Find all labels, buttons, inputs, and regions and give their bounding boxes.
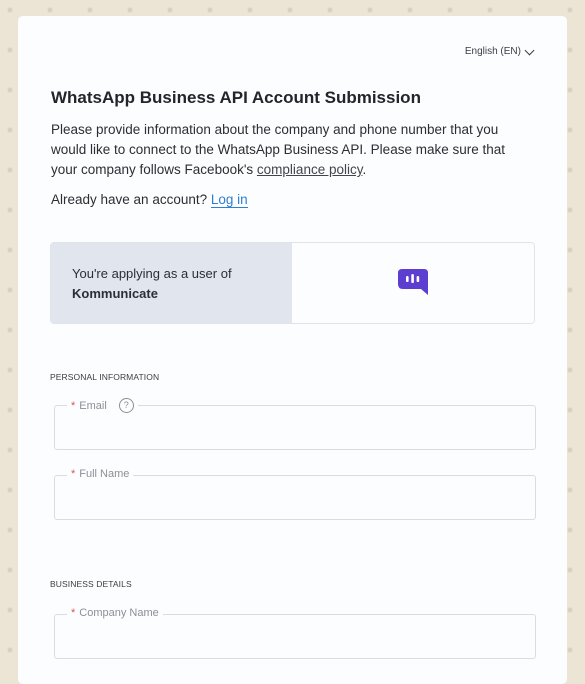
full-name-label: Full Name (79, 468, 130, 480)
description-end: . (362, 162, 367, 177)
partner-logo-area (292, 243, 534, 323)
help-icon[interactable]: ? (118, 398, 134, 413)
full-name-field[interactable]: * Full Name (54, 468, 536, 520)
business-details-heading: BUSINESS DETAILS (50, 579, 132, 589)
kommunicate-logo-icon (398, 269, 428, 295)
personal-information-heading: PERSONAL INFORMATION (50, 372, 160, 382)
compliance-policy-link[interactable]: compliance policy (257, 162, 363, 177)
applying-as-info: You're applying as a user of Kommunicate (51, 243, 292, 323)
chevron-down-icon (524, 45, 535, 55)
partner-name: Kommunicate (72, 286, 158, 301)
email-field[interactable]: * Email ? (54, 398, 536, 450)
company-name-field-label: * Company Name (67, 607, 163, 619)
page-description: Please provide information about the com… (51, 120, 531, 180)
required-mark: * (71, 399, 76, 412)
language-selector[interactable]: English (EN) (464, 45, 535, 57)
login-prompt-text: Already have an account? (51, 192, 211, 207)
applying-as-panel: You're applying as a user of Kommunicate (50, 242, 535, 324)
company-name-field[interactable]: * Company Name (54, 607, 536, 659)
required-mark: * (71, 607, 76, 619)
full-name-field-label: * Full Name (67, 468, 134, 480)
login-prompt: Already have an account? Log in (51, 192, 248, 208)
language-label: English (EN) (464, 46, 521, 57)
email-label: Email (79, 399, 107, 412)
login-link[interactable]: Log in (210, 192, 248, 208)
required-mark: * (71, 468, 76, 480)
company-name-label: Company Name (79, 607, 159, 619)
submission-card: English (EN) WhatsApp Business API Accou… (18, 16, 567, 684)
applying-as-text: You're applying as a user of (72, 266, 232, 281)
page-title: WhatsApp Business API Account Submission (51, 88, 421, 107)
email-field-label: * Email ? (67, 398, 138, 413)
